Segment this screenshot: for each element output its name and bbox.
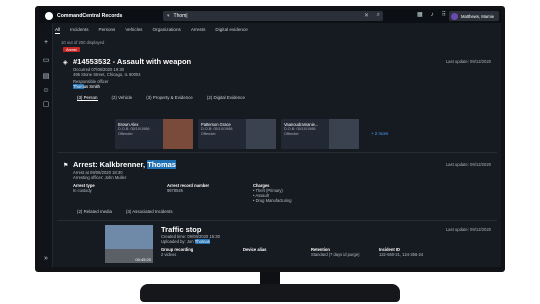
media-title[interactable]: Traffic stop [161,225,201,234]
video-duration: 00:45:20 [135,257,151,262]
charge-item: • Drug Manufacturing [253,198,292,203]
person-photo [163,119,193,149]
person-dob: D.O.B: 05/10/1988 [201,127,233,131]
last-update: Last update: 09/12/2020 [445,162,491,167]
subtab-property[interactable]: (3) Property & Evidence [146,95,193,101]
person-placeholder-icon [329,119,359,149]
arrest-links: (2) Related media (3) Associated Inciden… [77,209,173,214]
document-icon[interactable]: ▤ [42,73,50,81]
sidebar: + ▭ ▤ ☺ ▢ » [39,23,53,267]
media-card[interactable]: 00:45:20 Traffic stop Last update: 09/12… [57,225,497,265]
person-dob: D.O.B: 05/10/1988 [284,127,316,131]
field-value: 132-660-21, 124-356-24 [379,252,424,257]
subtab-person[interactable]: (3) Person [77,95,98,101]
field-value: 2 videos [161,252,177,257]
result-count: 10 out of 200 displayed [61,40,105,45]
media-uploaded: Uploaded by: Jon Thomas [161,239,210,244]
monitor-icon[interactable]: ▢ [42,101,50,109]
uploaded-text: Uploaded by: Jon [161,239,195,244]
top-icons: ▦ ♪ ⠿ [417,11,446,19]
arrest-title[interactable]: Arrest: Kalkbrenner, Thomas [73,160,176,169]
field-label: Device alias [243,247,267,252]
briefcase-icon[interactable]: ▭ [42,57,50,65]
close-icon[interactable]: ✕ [364,12,369,19]
field-value: 9878545 [167,188,183,193]
subtab-vehicle[interactable]: (2) Vehicle [112,95,133,101]
person-placeholder-icon [246,119,276,149]
arrest-title-text: Arrest: Kalkbrenner, [73,160,148,169]
main-content: All Incidents Persons Vehicles Organizat… [53,23,501,267]
tab-all[interactable]: All [55,27,61,34]
incident-title[interactable]: #14553532 - Assault with weapon [73,57,191,66]
video-thumbnail[interactable]: 00:45:20 [105,225,153,263]
tv-stand-base [140,284,400,302]
category-tabs: All Incidents Persons Vehicles Organizat… [55,27,248,34]
associated-incidents-link[interactable]: (3) Associated Incidents [126,209,173,214]
search-highlight: Thomas [194,239,210,244]
tab-arrests[interactable]: Arrests [191,27,206,34]
search-icon[interactable]: ⌕ [377,12,380,19]
last-update: Last update: 09/12/2020 [445,59,491,64]
person-role: Offender [284,132,299,136]
incident-subtabs: (3) Person (2) Vehicle (3) Property & Ev… [77,95,245,101]
expand-icon[interactable]: » [42,255,50,263]
grid-icon[interactable]: ▦ [417,11,423,18]
search-bar[interactable]: ▾ Thom| ✕ ⌕ [163,11,383,21]
app-screen: CommandCentral Records ▾ Thom| ✕ ⌕ ▦ ♪ ⠿… [39,9,501,267]
person-card[interactable]: Vaanoudramanie... D.O.B: 05/10/1988 Offe… [281,119,359,149]
person-role: Offender [201,132,216,136]
top-bar: CommandCentral Records ▾ Thom| ✕ ⌕ ▦ ♪ ⠿… [39,9,501,23]
avatar [451,12,458,20]
more-persons-link[interactable]: + 2 more [371,131,388,136]
plus-icon[interactable]: + [42,39,50,47]
person-icon[interactable]: ☺ [42,87,50,95]
filter-dropdown[interactable]: ▾ [167,13,170,19]
incident-icon: ◈ [63,60,68,66]
arresting-officer: Arresting officer: John Muller [73,175,127,180]
incident-address: 495 Stone Street, Chicago, IL 60004 [73,72,141,77]
last-update: Last update: 09/12/2020 [445,227,491,232]
search-input[interactable]: Thom| [174,13,188,19]
tab-incidents[interactable]: Incidents [70,27,88,34]
subtab-digital-evidence[interactable]: (2) Digital Evidence [207,95,245,101]
user-name: Matthews, Marnie [461,13,495,19]
bell-icon[interactable]: ♪ [431,12,434,18]
officer-name: Thomas Smith [73,84,100,89]
tab-persons[interactable]: Persons [99,27,116,34]
field-value: Standard (7 days id purge) [311,252,360,257]
user-menu[interactable]: Matthews, Marnie [449,11,499,21]
search-highlight: Thom [73,84,84,89]
logo-icon [45,12,53,20]
related-media-link[interactable]: (2) Related media [77,209,112,214]
status-badge: Arrest [63,47,80,52]
officer-name-rest: as Smith [83,84,101,89]
person-card[interactable]: Brown Alex D.O.B: 05/10/1988 Offender [115,119,193,149]
tab-vehicles[interactable]: Vehicles [125,27,142,34]
tv-bezel: CommandCentral Records ▾ Thom| ✕ ⌕ ▦ ♪ ⠿… [35,6,505,272]
field-value: In custody [73,188,92,193]
person-card[interactable]: Patterson Grace D.O.B: 05/10/1988 Offend… [198,119,276,149]
person-dob: D.O.B: 05/10/1988 [118,127,150,131]
tab-digital-evidence[interactable]: Digital evidence [215,27,247,34]
arrest-card[interactable]: ⚑ Arrest: Kalkbrenner, Thomas Last updat… [57,159,497,221]
search-highlight: Thomas [147,160,176,169]
apps-icon[interactable]: ⠿ [442,11,446,18]
person-role: Offender [118,132,133,136]
arrest-icon: ⚑ [63,163,69,169]
tab-organizations[interactable]: Organizations [152,27,180,34]
app-title: CommandCentral Records [57,13,123,19]
